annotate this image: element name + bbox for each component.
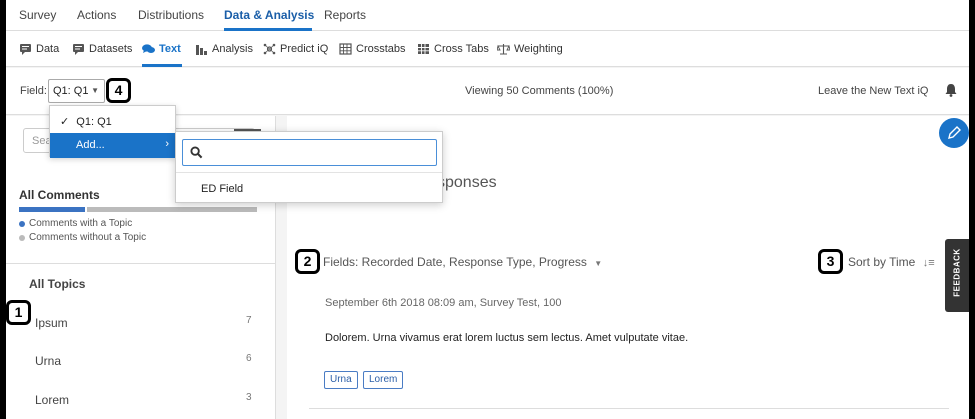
subnav-item-text[interactable]: Text bbox=[142, 43, 181, 55]
all-topics-heading[interactable]: All Topics bbox=[29, 277, 85, 291]
edit-button[interactable] bbox=[939, 118, 969, 148]
comment-divider bbox=[309, 408, 949, 409]
tag-urna[interactable]: Urna bbox=[324, 371, 358, 389]
topic-count-urna: 6 bbox=[246, 353, 252, 364]
viewing-status: Viewing 50 Comments (100%) bbox=[465, 85, 614, 97]
callout-badge-1: 1 bbox=[6, 300, 31, 325]
callout-badge-2: 2 bbox=[295, 249, 320, 274]
topic-item-ipsum[interactable]: Ipsum bbox=[35, 316, 68, 330]
text-bubbles-icon bbox=[142, 44, 155, 53]
search-icon bbox=[190, 146, 203, 159]
subnav-label-data: Data bbox=[36, 43, 60, 55]
subnav-item-weighting[interactable]: Weighting bbox=[497, 43, 563, 55]
subnav-label-crosstabs: Crosstabs bbox=[356, 43, 406, 55]
blue-dot-icon bbox=[19, 220, 25, 227]
tab-survey[interactable]: Survey bbox=[19, 8, 56, 22]
sort-by-label: Sort by Time bbox=[848, 255, 916, 269]
crosstabs-icon bbox=[339, 43, 352, 55]
top-nav: Survey Actions Distributions Data & Anal… bbox=[6, 0, 969, 31]
chevron-right-icon: › bbox=[165, 138, 169, 150]
subnav-item-cross-tabs[interactable]: Cross Tabs bbox=[417, 43, 489, 55]
topic-item-urna[interactable]: Urna bbox=[35, 354, 61, 368]
submenu-item-ed-field[interactable]: ED Field bbox=[201, 183, 243, 195]
subnav-item-analysis[interactable]: Analysis bbox=[195, 43, 253, 55]
grid-icon bbox=[418, 44, 429, 54]
scale-icon bbox=[497, 44, 510, 55]
subnav-label-analysis: Analysis bbox=[212, 43, 253, 55]
tab-reports[interactable]: Reports bbox=[324, 8, 366, 22]
dropdown-option-add-label: Add... bbox=[76, 139, 105, 151]
subnav-label-cross-tabs: Cross Tabs bbox=[434, 43, 489, 55]
dropdown-option-q1-label: Q1: Q1 bbox=[76, 116, 112, 128]
callout-badge-3: 3 bbox=[818, 249, 843, 274]
all-comments-heading[interactable]: All Comments bbox=[19, 188, 100, 202]
check-icon: ✓ bbox=[60, 116, 70, 128]
topic-count-lorem: 3 bbox=[246, 392, 252, 403]
sort-by-button[interactable]: Sort by Time ↓≡ bbox=[848, 255, 935, 269]
subnav-item-data[interactable]: Data bbox=[19, 43, 59, 55]
submenu-divider bbox=[176, 172, 442, 173]
comment-text: Dolorem. Urna vivamus erat lorem luctus … bbox=[325, 332, 689, 344]
datasets-icon bbox=[73, 44, 84, 55]
field-select-value: Q1: Q1 bbox=[53, 85, 89, 97]
subnav-item-crosstabs[interactable]: Crosstabs bbox=[339, 43, 406, 55]
tab-distributions[interactable]: Distributions bbox=[138, 8, 204, 22]
dropdown-option-add[interactable]: Add... › bbox=[50, 133, 177, 158]
legend-with-topic: Comments with a Topic bbox=[19, 218, 132, 229]
leave-new-text-iq-link[interactable]: Leave the New Text iQ bbox=[818, 85, 928, 97]
bell-icon[interactable] bbox=[945, 83, 957, 97]
no-topic-coverage-bar bbox=[87, 207, 257, 212]
pencil-icon bbox=[948, 126, 961, 139]
comment-meta: September 6th 2018 08:09 am, Survey Test… bbox=[325, 297, 562, 309]
field-dropdown-menu: ✓ Q1: Q1 Add... › bbox=[49, 105, 177, 158]
gray-dot-icon bbox=[19, 234, 25, 241]
tag-lorem[interactable]: Lorem bbox=[363, 371, 404, 389]
subnav-item-predict-iq[interactable]: Predict iQ bbox=[263, 43, 328, 55]
field-label: Field: bbox=[20, 85, 47, 97]
subnav-label-predict-iq: Predict iQ bbox=[280, 43, 329, 55]
sub-nav: Data Datasets Text Analysis Predict iQ C… bbox=[6, 31, 969, 67]
tab-actions[interactable]: Actions bbox=[77, 8, 116, 22]
topic-item-lorem[interactable]: Lorem bbox=[35, 393, 69, 407]
tab-data-analysis[interactable]: Data & Analysis bbox=[224, 8, 314, 22]
legend-without-topic-label: Comments without a Topic bbox=[29, 232, 147, 243]
add-field-submenu: ED Field bbox=[175, 131, 443, 203]
callout-badge-4: 4 bbox=[106, 78, 131, 103]
panel-divider bbox=[6, 263, 276, 264]
subnav-label-weighting: Weighting bbox=[514, 43, 563, 55]
subnav-item-datasets[interactable]: Datasets bbox=[72, 43, 132, 55]
subnav-label-text: Text bbox=[159, 43, 181, 55]
data-icon bbox=[20, 44, 31, 55]
dropdown-option-q1[interactable]: ✓ Q1: Q1 bbox=[50, 106, 177, 132]
bar-chart-icon bbox=[196, 45, 207, 55]
screenshot-frame: Survey Actions Distributions Data & Anal… bbox=[0, 0, 975, 419]
chevron-down-icon: ▼ bbox=[91, 86, 99, 95]
sort-descending-icon: ↓≡ bbox=[922, 257, 935, 269]
submenu-search-input[interactable] bbox=[182, 139, 437, 166]
active-subnav-indicator bbox=[142, 64, 182, 67]
fields-label: Fields: Recorded Date, Response Type, Pr… bbox=[323, 255, 587, 269]
app-window: Survey Actions Distributions Data & Anal… bbox=[6, 0, 969, 419]
legend-without-topic: Comments without a Topic bbox=[19, 232, 146, 243]
responses-title: sponses bbox=[437, 174, 497, 191]
legend-with-topic-label: Comments with a Topic bbox=[29, 218, 133, 229]
fields-selector[interactable]: Fields: Recorded Date, Response Type, Pr… bbox=[323, 255, 602, 269]
feedback-tab[interactable]: FEEDBACK bbox=[945, 239, 969, 312]
network-icon bbox=[263, 43, 276, 55]
field-select[interactable]: Q1: Q1 ▼ bbox=[48, 79, 105, 103]
subnav-label-datasets: Datasets bbox=[89, 43, 133, 55]
feedback-label: FEEDBACK bbox=[952, 248, 962, 297]
chevron-down-icon: ▼ bbox=[594, 259, 603, 268]
topic-coverage-bar bbox=[19, 207, 85, 212]
topic-count-ipsum: 7 bbox=[246, 315, 252, 326]
